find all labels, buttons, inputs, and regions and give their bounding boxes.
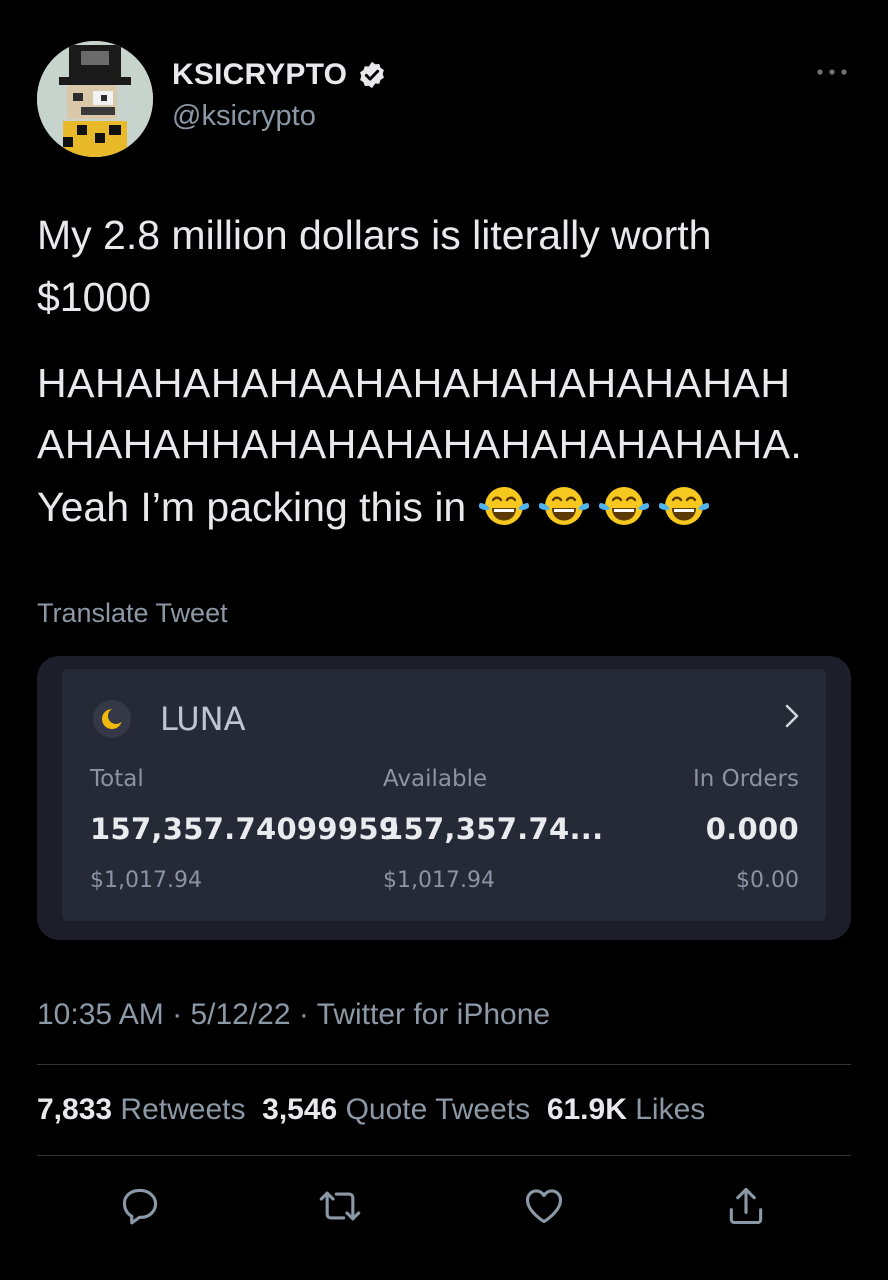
translate-tweet-link[interactable]: Translate Tweet: [37, 598, 228, 629]
meta-separator: ·: [163, 998, 191, 1031]
chevron-right-icon: [785, 704, 799, 728]
retweets-stat[interactable]: 7,833 Retweets: [37, 1093, 245, 1126]
tweet-text-line: Yeah I’m packing this in: [37, 484, 467, 530]
display-name[interactable]: KSICRYPTO: [172, 58, 347, 92]
meta-separator: ·: [290, 998, 317, 1031]
more-options-icon[interactable]: [812, 62, 852, 82]
emoji-group: [476, 483, 712, 529]
tweet-date[interactable]: 5/12/22: [190, 998, 290, 1031]
tweet-text-line: $1000: [37, 274, 152, 320]
user-handle[interactable]: @ksicrypto: [172, 100, 316, 133]
quote-tweets-label: Quote Tweets: [345, 1093, 531, 1126]
like-icon[interactable]: [522, 1184, 566, 1228]
divider: [37, 1064, 851, 1065]
tweet-text-line-with-emojis: Yeah I’m packing this in: [37, 476, 712, 538]
reply-icon[interactable]: [118, 1184, 162, 1228]
laughing-tears-emoji: [539, 487, 590, 525]
pixel-art-ape-avatar: [37, 41, 153, 157]
available-usd: $1,017.94: [383, 868, 495, 893]
laughing-tears-emoji: [659, 487, 710, 525]
in-orders-header: In Orders: [692, 766, 799, 792]
tweet-text-line: HAHAHAHAHAAHAHAHAHAHAHAHAH: [37, 360, 791, 406]
tweet-meta: 10:35 AM · 5/12/22 · Twitter for iPhone: [37, 998, 550, 1032]
in-orders-usd: $0.00: [736, 868, 799, 893]
total-usd: $1,017.94: [90, 868, 202, 893]
laughing-tears-emoji: [599, 487, 650, 525]
retweets-count: 7,833: [37, 1093, 113, 1126]
coin-name: LUNA: [160, 700, 246, 738]
tweet-source[interactable]: Twitter for iPhone: [317, 998, 550, 1031]
divider: [37, 1155, 851, 1156]
laughing-tears-emoji: [479, 487, 530, 525]
retweet-icon[interactable]: [318, 1184, 362, 1228]
name-row: KSICRYPTO: [172, 58, 387, 92]
tweet-text-line: My 2.8 million dollars is literally wort…: [37, 212, 712, 258]
total-value: 157,357.74099959: [90, 812, 400, 846]
luna-coin-icon: [93, 700, 131, 738]
quote-tweets-count: 3,546: [262, 1093, 338, 1126]
avatar[interactable]: [37, 41, 153, 157]
tweet-text-line: AHAHAHHAHAHAHAHAHAHAHAHAHA.: [37, 421, 803, 467]
available-header: Available: [383, 766, 488, 792]
quote-tweets-stat[interactable]: 3,546 Quote Tweets: [262, 1093, 530, 1126]
verified-badge-icon: [360, 61, 385, 89]
retweets-label: Retweets: [120, 1093, 246, 1126]
total-header: Total: [90, 766, 144, 792]
engagement-stats: 7,833 Retweets 3,546 Quote Tweets 61.9K …: [37, 1093, 705, 1127]
likes-count: 61.9K: [546, 1093, 627, 1126]
likes-stat[interactable]: 61.9K Likes: [547, 1093, 705, 1126]
in-orders-value: 0.000: [705, 812, 799, 846]
share-icon[interactable]: [724, 1184, 768, 1228]
tweet-time[interactable]: 10:35 AM: [37, 998, 164, 1031]
likes-label: Likes: [635, 1093, 706, 1126]
available-value: 157,357.74...: [383, 812, 604, 846]
